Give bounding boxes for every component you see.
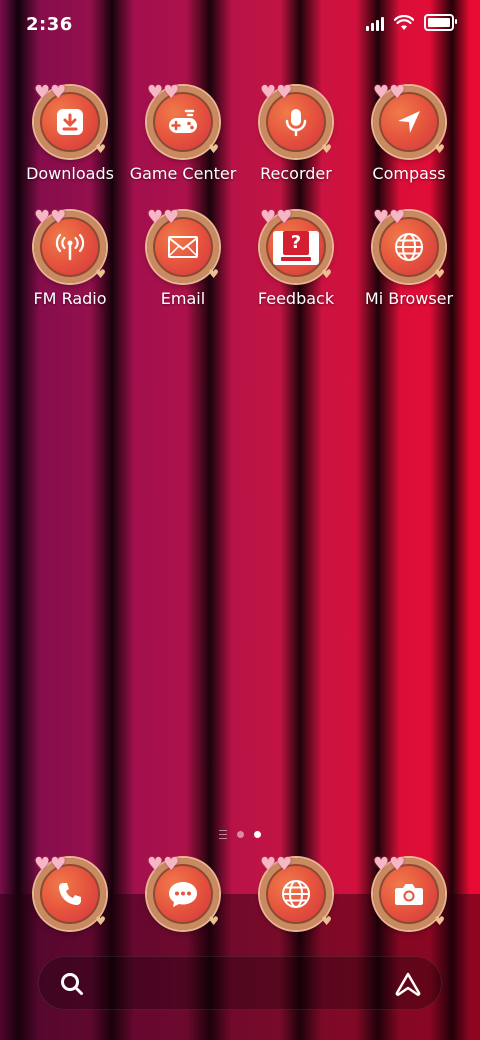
app-mi-browser[interactable]: ♥♥ ♥ Mi Browser	[353, 207, 465, 308]
status-icons	[366, 14, 457, 31]
globe-icon: ♥♥ ♥	[260, 854, 332, 930]
battery-icon	[424, 14, 457, 31]
app-feedback[interactable]: ♥♥ ♥ ? Feedback	[240, 207, 352, 308]
app-email[interactable]: ♥♥ ♥ Email	[127, 207, 239, 308]
app-label: Mi Browser	[364, 289, 454, 308]
app-compass[interactable]: ♥♥ ♥ Compass	[353, 82, 465, 183]
microphone-icon: ♥♥ ♥	[260, 82, 332, 158]
search-bar[interactable]	[38, 956, 442, 1010]
dock-app-messages[interactable]: ♥♥ ♥	[127, 854, 239, 930]
radio-antenna-icon: ♥♥ ♥	[34, 207, 106, 283]
wifi-icon	[394, 14, 414, 30]
gamepad-icon: ♥♥ ♥	[147, 82, 219, 158]
app-label: Feedback	[257, 289, 335, 308]
status-time: 2:36	[26, 14, 73, 35]
camera-icon: ♥♥ ♥	[373, 854, 445, 930]
list-view-indicator-icon	[219, 830, 227, 839]
app-label: Email	[160, 289, 206, 308]
page-dot-active	[254, 831, 261, 838]
phone-icon: ♥♥ ♥	[34, 854, 106, 930]
app-label: FM Radio	[33, 289, 107, 308]
assistant-icon[interactable]	[393, 971, 423, 997]
app-label: Downloads	[26, 164, 114, 183]
search-icon	[61, 973, 83, 995]
app-game-center[interactable]: ♥♥ ♥ Game Center	[127, 82, 239, 183]
question-box-icon: ♥♥ ♥ ?	[260, 207, 332, 283]
page-dot	[237, 831, 244, 838]
download-icon: ♥♥ ♥	[34, 82, 106, 158]
globe-icon: ♥♥ ♥	[373, 207, 445, 283]
dock-app-phone[interactable]: ♥♥ ♥	[14, 854, 126, 930]
app-fm-radio[interactable]: ♥♥ ♥ FM Radio	[14, 207, 126, 308]
compass-arrow-icon: ♥♥ ♥	[373, 82, 445, 158]
page-indicator[interactable]	[0, 830, 480, 839]
dock-app-browser[interactable]: ♥♥ ♥	[240, 854, 352, 930]
app-downloads[interactable]: ♥♥ ♥ Downloads	[14, 82, 126, 183]
envelope-icon: ♥♥ ♥	[147, 207, 219, 283]
dock-app-camera[interactable]: ♥♥ ♥	[353, 854, 465, 930]
app-recorder[interactable]: ♥♥ ♥ Recorder	[240, 82, 352, 183]
status-bar: 2:36	[0, 0, 480, 50]
app-label: Game Center	[129, 164, 237, 183]
app-label: Recorder	[260, 164, 332, 183]
signal-icon	[366, 15, 384, 31]
chat-bubble-icon: ♥♥ ♥	[147, 854, 219, 930]
feedback-badge: ?	[283, 231, 309, 255]
app-label: Compass	[372, 164, 446, 183]
